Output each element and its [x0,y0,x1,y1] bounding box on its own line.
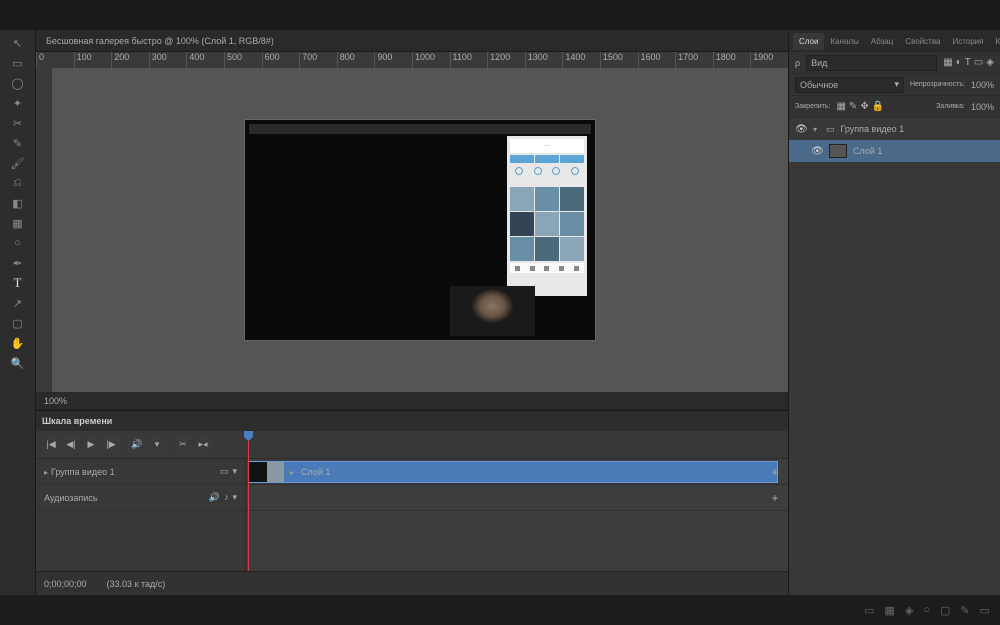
dock-icon[interactable]: ▭ [864,604,874,617]
music-icon[interactable]: ♪ [224,492,229,503]
opacity-value[interactable]: 100% [971,80,994,90]
stamp-tool[interactable]: ⎌ [7,175,29,191]
timeline-title: Шкала времени [36,411,788,431]
marquee-tool[interactable]: ▭ [7,55,29,71]
dock-icon[interactable]: ▭ [980,604,990,617]
embedded-video-header [249,124,591,134]
document-tab[interactable]: Бесшовная галерея быстро @ 100% (Слой 1,… [36,30,788,52]
layers-list: 👁 ▾ ▭ Группа видео 1 👁 Слой 1 [789,118,1000,595]
dock-icon[interactable]: ▢ [940,604,950,617]
eraser-tool[interactable]: ◧ [7,195,29,211]
bottom-dock: ▭ ▦ ◈ ○ ▢ ✎ ▭ [0,595,1000,625]
layer-filter-select[interactable]: Вид [806,55,937,71]
zoom-tool[interactable]: 🔍 [7,355,29,371]
panel-tabs: СлоиКаналыАбзацСвойстваИсторияКисть [789,30,1000,52]
visibility-toggle-icon[interactable]: 👁 [811,146,823,157]
frame-rate: (33.03 к тад/с) [107,579,166,589]
dock-icon[interactable]: ▦ [884,604,894,617]
audio-icon[interactable]: 🔊 [209,492,220,503]
prev-frame-button[interactable]: ◀| [62,436,80,454]
filter-smart-icon[interactable]: ◈ [986,57,994,68]
blend-mode-select[interactable]: Обычное▾ [795,77,904,93]
video-clip[interactable]: ▸Слой 1 [248,461,778,483]
add-media-button[interactable]: + [768,465,782,479]
gradient-tool[interactable]: ▦ [7,215,29,231]
ruler-horizontal: 0100200300400500600700800900100011001200… [36,52,788,68]
clip-thumbnail [249,462,284,482]
pen-tool[interactable]: ✒ [7,255,29,271]
lasso-tool[interactable]: ◯ [7,75,29,91]
filter-adjust-icon[interactable]: ◐ [956,57,962,68]
eyedropper-tool[interactable]: ✎ [7,135,29,151]
dock-icon[interactable]: ○ [923,604,930,616]
timeline-panel: Шкала времени |◀ ◀| ▶ |▶ 🔊 ▾ ✂ ▸◂ 02:00f… [36,410,788,595]
layer-thumbnail [829,144,847,158]
dock-icon[interactable]: ✎ [960,604,969,617]
fill-value[interactable]: 100% [971,102,994,112]
panel-tab[interactable]: Кисть [989,33,1000,50]
canvas[interactable]: ··· [52,68,788,392]
next-frame-button[interactable]: |▶ [102,436,120,454]
timeline-track-area[interactable]: ▸Слой 1 + + [246,459,788,571]
video-track-header[interactable]: ▸Группа видео 1 ▭▾ [36,459,245,485]
brush-tool[interactable]: 🖌 [7,155,29,171]
goto-first-frame-button[interactable]: |◀ [42,436,60,454]
timeline-track-headers: ▸Группа видео 1 ▭▾ Аудиозапись 🔊♪▾ [36,459,246,571]
ruler-vertical [36,68,52,392]
lock-position-icon[interactable]: ✥ [860,101,868,112]
split-clip-button[interactable]: ✂ [174,436,192,454]
path-tool[interactable]: ↗ [7,295,29,311]
panel-tab[interactable]: Каналы [824,33,864,50]
mute-button[interactable]: 🔊 [128,436,146,454]
folder-icon: ▭ [826,124,835,135]
phone-profile-name: ··· [510,139,584,153]
type-tool[interactable]: T [7,275,29,291]
panel-tab[interactable]: Слои [793,33,824,50]
current-time[interactable]: 0;00;00;00 [44,579,87,589]
transition-button[interactable]: ▸◂ [194,436,212,454]
visibility-toggle-icon[interactable]: 👁 [795,124,807,135]
dock-icon[interactable]: ◈ [905,604,913,617]
presenter-webcam [450,286,535,336]
settings-icon[interactable]: ▾ [148,436,166,454]
document-title: Бесшовная галерея быстро @ 100% (Слой 1,… [46,36,274,46]
layer-group-row[interactable]: 👁 ▾ ▭ Группа видео 1 [789,118,1000,140]
blur-tool[interactable]: ○ [7,235,29,251]
zoom-level: 100% [44,396,67,406]
app-menubar [0,0,1000,30]
filter-shape-icon[interactable]: ▭ [974,57,983,68]
artboard: ··· [245,120,595,340]
filter-type-icon[interactable]: T [965,57,971,68]
panel-tab[interactable]: История [946,33,989,50]
audio-track-header[interactable]: Аудиозапись 🔊♪▾ [36,485,245,511]
lock-brush-icon[interactable]: ✎ [849,101,857,112]
panel-tab[interactable]: Свойства [899,33,946,50]
move-tool[interactable]: ↖ [7,35,29,51]
lock-all-icon[interactable]: 🔒 [872,101,884,112]
filter-image-icon[interactable]: ▦ [943,57,952,68]
wand-tool[interactable]: ✦ [7,95,29,111]
layer-row[interactable]: 👁 Слой 1 [789,140,1000,162]
add-audio-button[interactable]: + [768,491,782,505]
layers-panel: СлоиКаналыАбзацСвойстваИсторияКисть ρ Ви… [788,30,1000,595]
playhead[interactable] [248,431,249,571]
status-bar: 100% [36,392,788,410]
crop-tool[interactable]: ✂ [7,115,29,131]
phone-mockup: ··· [507,136,587,296]
hand-tool[interactable]: ✋ [7,335,29,351]
lock-pixels-icon[interactable]: ▦ [836,101,845,112]
timeline-footer: 0;00;00;00 (33.03 к тад/с) [36,571,788,595]
play-button[interactable]: ▶ [82,436,100,454]
panel-tab[interactable]: Абзац [865,33,899,50]
toolbar: ↖ ▭ ◯ ✦ ✂ ✎ 🖌 ⎌ ◧ ▦ ○ ✒ T ↗ ▢ ✋ 🔍 [0,30,36,595]
shape-tool[interactable]: ▢ [7,315,29,331]
filmstrip-icon[interactable]: ▭ [220,466,229,477]
